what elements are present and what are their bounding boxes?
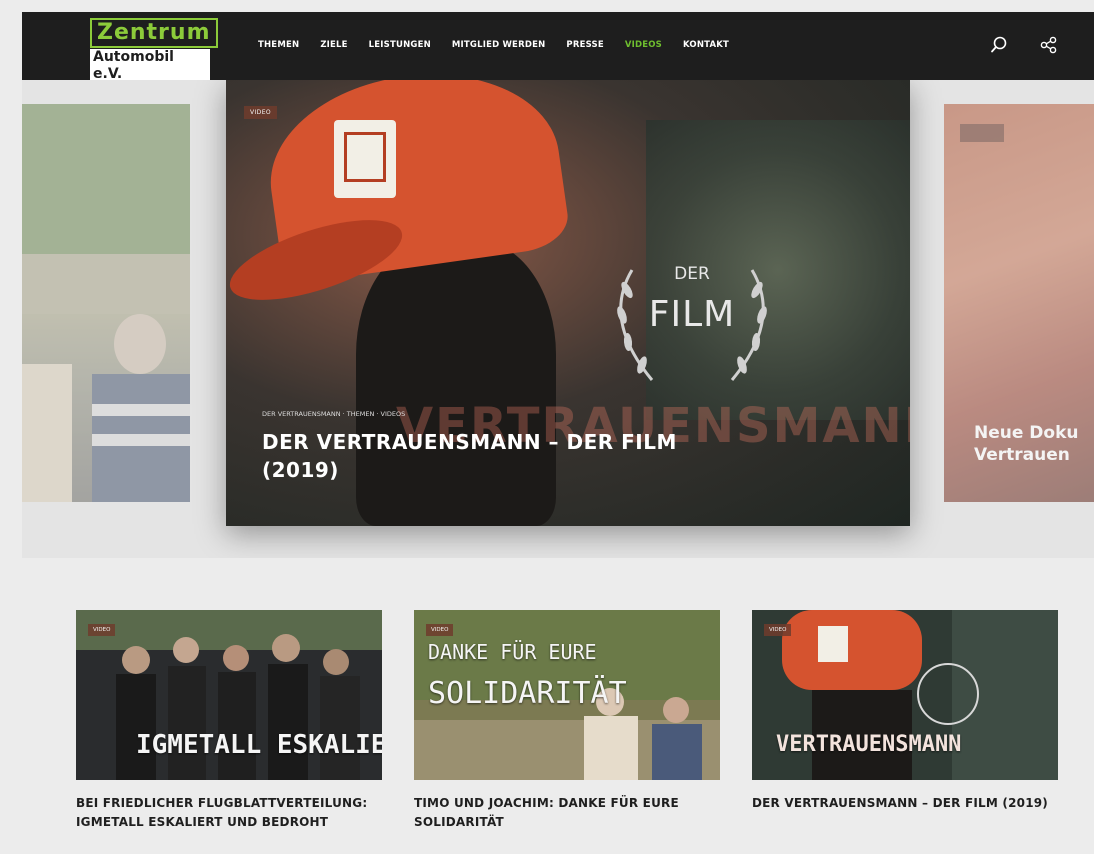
main-nav: THEMEN ZIELE LEISTUNGEN MITGLIED WERDEN … (258, 40, 750, 50)
slide-previous[interactable] (22, 104, 190, 502)
nav-item-videos[interactable]: VIDEOS (625, 40, 662, 50)
nav-item-ziele[interactable]: ZIELE (320, 40, 347, 50)
video-grid: VIDEO IGMETALL ESKALIERT BEI FRIEDLICHER… (0, 558, 1094, 854)
video-card-thumbnail[interactable]: VIDEO DANKE FÜR EURE SOLIDARITÄT (414, 610, 720, 780)
film-emblem-der: DER (674, 264, 710, 284)
logo-text-top: Zentrum (90, 18, 218, 48)
film-emblem: DER FILM (622, 256, 762, 396)
thumbnail-overlay-text: VERTRAUENSMANN (776, 732, 962, 757)
video-card-thumbnail[interactable]: VIDEO IGMETALL ESKALIERT (76, 610, 382, 780)
nav-item-themen[interactable]: THEMEN (258, 40, 299, 50)
video-card-title[interactable]: TIMO UND JOACHIM: DANKE FÜR EURE SOLIDAR… (414, 794, 720, 832)
thumbnail-overlay-text-bottom: SOLIDARITÄT (428, 676, 627, 711)
video-tag: VIDEO (426, 624, 454, 636)
site-header: Zentrum Automobil e.V. THEMEN ZIELE LEIS… (22, 12, 1094, 83)
video-card-title[interactable]: DER VERTRAUENSMANN – DER FILM (2019) (752, 794, 1058, 813)
search-icon[interactable] (988, 34, 1010, 56)
slide-current[interactable]: DER FILM VERTRAUENSMANN VIDEO DER VERTRA… (226, 80, 910, 526)
logo[interactable]: Zentrum Automobil e.V. (90, 18, 218, 83)
cap-badge-logo (344, 132, 386, 182)
thumbnail-overlay-text-top: DANKE FÜR EURE (428, 640, 597, 664)
slide-title[interactable]: DER VERTRAUENSMANN – DER FILM (2019) (262, 428, 682, 484)
video-slider: DER FILM VERTRAUENSMANN VIDEO DER VERTRA… (22, 80, 1094, 558)
video-tag: VIDEO (764, 624, 792, 636)
video-tag: VIDEO (88, 624, 116, 636)
slide-previous-image (22, 104, 190, 502)
nav-item-mitglied-werden[interactable]: MITGLIED WERDEN (452, 40, 546, 50)
thumbnail-overlay-text: IGMETALL ESKALIERT (136, 730, 382, 760)
slide-meta[interactable]: DER VERTRAUENSMANN · THEMEN · VIDEOS (262, 410, 405, 418)
slide-next[interactable]: Neue Doku Vertrauen (944, 104, 1094, 502)
logo-text-bottom: Automobil e.V. (90, 49, 210, 83)
slide-next-title: Neue Doku Vertrauen (974, 423, 1079, 465)
nav-item-presse[interactable]: PRESSE (566, 40, 603, 50)
video-tag-next (960, 124, 1004, 142)
film-emblem-film: FILM (648, 294, 736, 335)
nav-item-kontakt[interactable]: KONTAKT (683, 40, 729, 50)
video-card-thumbnail[interactable]: VIDEO VERTRAUENSMANN (752, 610, 1058, 780)
video-card-title[interactable]: BEI FRIEDLICHER FLUGBLATTVERTEILUNG: IGM… (76, 794, 382, 832)
nav-item-leistungen[interactable]: LEISTUNGEN (369, 40, 431, 50)
share-icon[interactable] (1038, 34, 1060, 56)
video-tag[interactable]: VIDEO (244, 106, 278, 119)
